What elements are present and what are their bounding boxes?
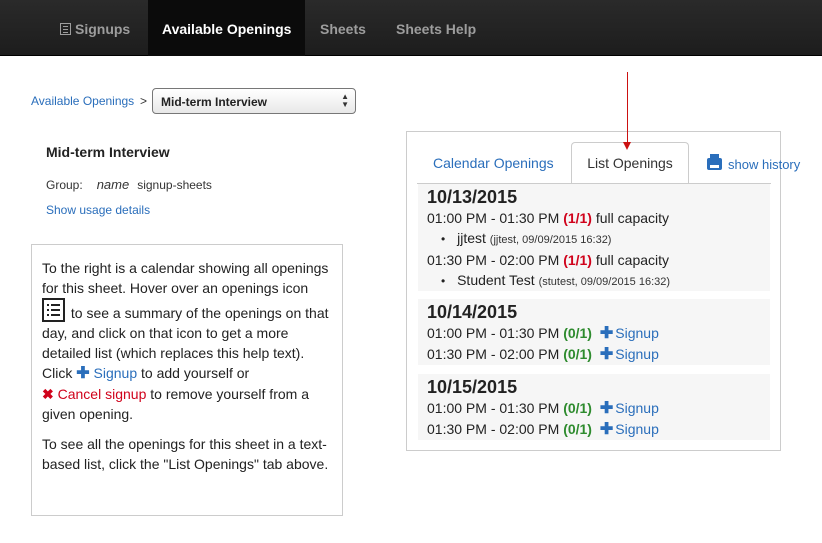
slot-row: 01:30 PM - 02:00 PM (1/1) full capacity — [427, 250, 770, 270]
slot-row: 01:00 PM - 01:30 PM (1/1) full capacity — [427, 208, 770, 228]
show-usage-details-link[interactable]: Show usage details — [46, 203, 150, 217]
slot-row: 01:30 PM - 02:00 PM (0/1) ✚ Signup — [427, 344, 770, 365]
help-cancel-sample: ✖ Cancel signup — [42, 386, 146, 402]
nav-sheets-label: Sheets — [320, 21, 366, 37]
annotation-arrow-head — [623, 142, 631, 150]
slot-time: 01:00 PM - 01:30 PM — [427, 325, 560, 341]
plus-icon: ✚ — [599, 400, 614, 417]
plus-icon: ✚ — [76, 365, 90, 382]
top-navbar: Signups Available Openings Sheets Sheets… — [0, 0, 822, 56]
nav-sheets-help[interactable]: Sheets Help — [396, 0, 476, 56]
attendee-item: Student Test (stutest, 09/09/2015 16:32) — [427, 270, 770, 292]
signup-button[interactable]: ✚ Signup — [596, 400, 659, 417]
signup-label: Signup — [615, 400, 659, 416]
day-date: 10/15/2015 — [427, 377, 518, 397]
nav-available-openings[interactable]: Available Openings — [148, 0, 306, 56]
group-label: Group: — [46, 178, 83, 192]
day-block: 10/13/2015 01:00 PM - 01:30 PM (1/1) ful… — [418, 184, 770, 291]
tab-calendar-openings[interactable]: Calendar Openings — [433, 155, 554, 171]
slot-count: (1/1) — [563, 252, 592, 268]
nav-available-label: Available Openings — [162, 21, 292, 37]
nav-signups-label: Signups — [75, 21, 131, 37]
signup-label: Signup — [615, 346, 659, 362]
slot-count: (0/1) — [563, 346, 592, 362]
group-line: Group: name signup-sheets — [46, 177, 212, 192]
attendee-meta: (jjtest, 09/09/2015 16:32) — [489, 234, 612, 246]
slot-status: full capacity — [595, 252, 670, 268]
slot-count: (0/1) — [563, 421, 592, 437]
calendar-openings-icon — [42, 298, 65, 322]
nav-help-label: Sheets Help — [396, 21, 477, 37]
sheet-select-value: Mid-term Interview — [161, 95, 268, 109]
print-icon — [707, 154, 722, 170]
list-icon — [60, 23, 71, 35]
annotation-arrow-line — [627, 72, 628, 144]
breadcrumb-separator: > — [140, 94, 148, 108]
help-text-a: To the right is a calendar showing all o… — [42, 260, 329, 296]
group-name-key: name — [96, 177, 130, 192]
nav-sheets[interactable]: Sheets — [320, 0, 366, 56]
slot-count: (0/1) — [563, 325, 592, 341]
help-cancel-label: Cancel signup — [57, 386, 147, 402]
signup-label: Signup — [615, 421, 659, 437]
slot-count: (1/1) — [563, 210, 592, 226]
help-signup-label: Signup — [93, 365, 138, 381]
slot-time: 01:30 PM - 02:00 PM — [427, 421, 560, 437]
slot-row: 01:00 PM - 01:30 PM (0/1) ✚ Signup — [427, 323, 770, 344]
slot-time: 01:00 PM - 01:30 PM — [427, 400, 560, 416]
show-history-link[interactable]: show history — [707, 154, 801, 172]
day-date: 10/14/2015 — [427, 302, 518, 322]
signup-button[interactable]: ✚ Signup — [596, 325, 659, 342]
attendee-item: jjtest (jjtest, 09/09/2015 16:32) — [427, 228, 770, 250]
attendee-name: jjtest — [457, 230, 486, 246]
show-history-label: show history — [728, 157, 801, 172]
help-paragraph-2: To see all the openings for this sheet i… — [42, 436, 329, 472]
signup-label: Signup — [615, 325, 659, 341]
select-arrows-icon: ▲ ▼ — [341, 92, 349, 109]
slot-row: 01:00 PM - 01:30 PM (0/1) ✚ Signup — [427, 398, 770, 419]
breadcrumb-available-openings[interactable]: Available Openings — [31, 94, 134, 108]
attendee-meta: (stutest, 09/09/2015 16:32) — [538, 276, 671, 288]
slot-time: 01:30 PM - 02:00 PM — [427, 252, 560, 268]
slot-row: 01:30 PM - 02:00 PM (0/1) ✚ Signup — [427, 419, 770, 440]
signup-button[interactable]: ✚ Signup — [596, 346, 659, 363]
help-text-c: to add yourself or — [141, 365, 250, 381]
plus-icon: ✚ — [599, 325, 614, 342]
day-block: 10/14/2015 01:00 PM - 01:30 PM (0/1) ✚ Si… — [418, 299, 770, 365]
group-name-value: signup-sheets — [137, 178, 212, 192]
help-paragraph-1: To the right is a calendar showing all o… — [42, 258, 332, 424]
day-block: 10/15/2015 01:00 PM - 01:30 PM (0/1) ✚ Si… — [418, 374, 770, 440]
slot-time: 01:00 PM - 01:30 PM — [427, 210, 560, 226]
nav-signups[interactable]: Signups — [60, 0, 130, 56]
cancel-x-icon: ✖ — [42, 386, 54, 402]
sheet-select[interactable]: Mid-term Interview ▲ ▼ — [152, 88, 356, 114]
slot-status: full capacity — [595, 210, 670, 226]
attendee-name: Student Test — [457, 272, 535, 288]
slot-count: (0/1) — [563, 400, 592, 416]
plus-icon: ✚ — [599, 346, 614, 363]
sheet-title: Mid-term Interview — [46, 144, 170, 160]
slot-time: 01:30 PM - 02:00 PM — [427, 346, 560, 362]
day-date: 10/13/2015 — [427, 187, 518, 207]
help-box: To the right is a calendar showing all o… — [31, 244, 343, 516]
help-signup-sample: ✚ Signup — [76, 365, 138, 382]
plus-icon: ✚ — [599, 421, 614, 438]
signup-button[interactable]: ✚ Signup — [596, 421, 659, 438]
